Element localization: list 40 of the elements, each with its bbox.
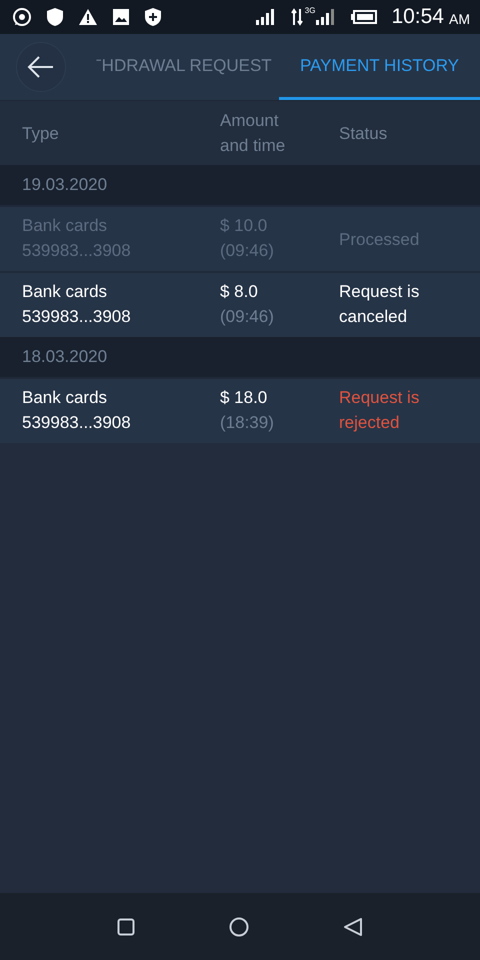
transaction-row[interactable]: Bank cards 539983...3908 $ 18.0 (18:39) Request is rejected — [0, 377, 480, 443]
column-header: Amount and time — [220, 110, 286, 157]
signal-icon — [254, 8, 277, 26]
clock-meridiem: AM — [449, 11, 470, 27]
status-text: Request is canceled — [339, 281, 420, 328]
clock-time: 10:54 — [391, 5, 444, 29]
payment-type: Bank cards — [22, 215, 108, 237]
card-number: 539983...3908 — [22, 240, 132, 262]
shield-icon — [46, 7, 64, 27]
payment-type: Bank cards — [22, 387, 108, 409]
transaction-row[interactable]: Bank cards 539983...3908 $ 10.0 (09:46) Processed — [0, 205, 480, 271]
status-text: Request is rejected — [339, 387, 420, 434]
amount: $ 8.0 — [220, 281, 259, 303]
column-header: Status — [339, 122, 388, 144]
back-arrow-icon — [27, 55, 55, 79]
data-arrows-icon — [290, 8, 303, 26]
card-number: 539983...3908 — [22, 412, 132, 434]
battery-icon — [351, 10, 378, 24]
back-icon[interactable] — [343, 916, 363, 936]
warning-icon — [78, 8, 98, 26]
back-button[interactable] — [16, 42, 66, 92]
transaction-row[interactable]: Bank cards 539983...3908 $ 8.0 (09:46) Request is canceled — [0, 271, 480, 337]
time: (09:46) — [220, 306, 275, 328]
date-label: 18.03.2020 — [22, 347, 108, 367]
image-icon — [112, 8, 130, 26]
network-label: 3G — [304, 6, 316, 14]
time: (09:46) — [220, 240, 275, 262]
time: (18:39) — [220, 412, 275, 434]
amount: $ 18.0 — [220, 387, 268, 409]
payment-type: Bank cards — [22, 281, 108, 303]
tab[interactable]: ˉHDRAWAL REQUEST — [66, 34, 279, 100]
home-icon[interactable] — [229, 916, 249, 936]
shield-plus-icon — [144, 7, 162, 27]
column-header: Type — [22, 122, 60, 144]
status-text: Processed — [339, 228, 420, 250]
date-label: 19.03.2020 — [22, 175, 108, 195]
recent-apps-icon[interactable] — [117, 918, 135, 936]
chat-icon — [12, 7, 32, 27]
amount: $ 10.0 — [220, 215, 268, 237]
card-number: 539983...3908 — [22, 306, 132, 328]
